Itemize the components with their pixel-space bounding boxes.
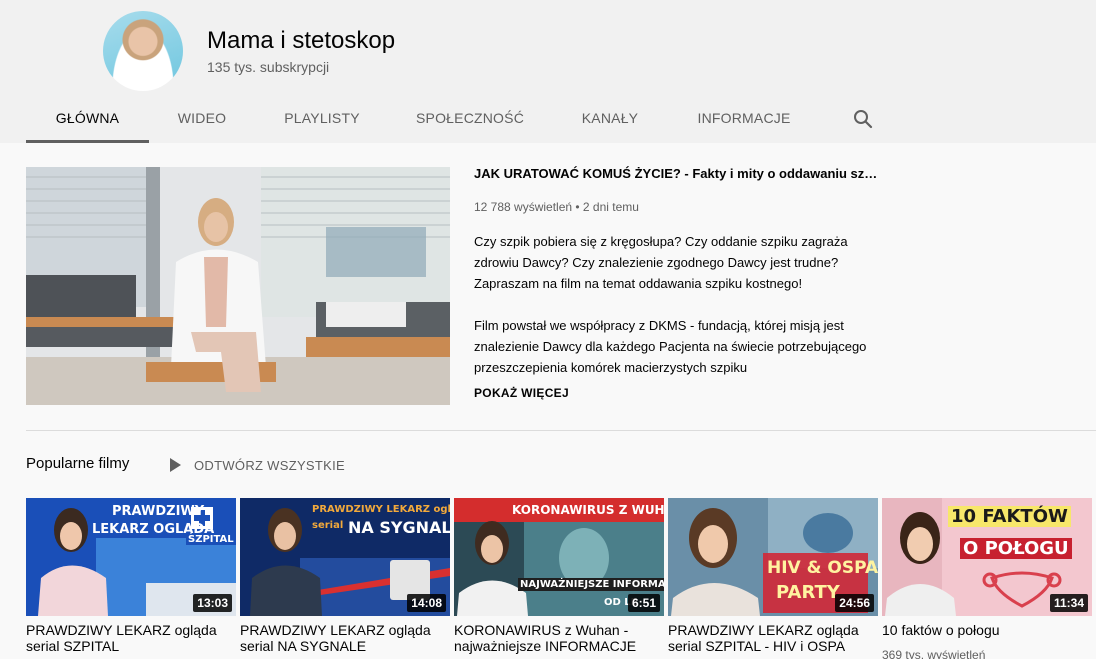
video-card[interactable]: PRAWDZIWY LEKARZ ogląda serial NA SYGNAL… [240, 498, 450, 659]
video-thumbnail[interactable]: HIV & OSPA PARTY 24:56 [668, 498, 878, 616]
play-all-button[interactable]: ODTWÓRZ WSZYSTKIE [170, 455, 345, 475]
play-icon [170, 458, 181, 472]
thumbnail-caption: HIV & OSPA [767, 558, 878, 578]
video-views: 369 tys. wyświetleń [882, 648, 986, 659]
video-title[interactable]: PRAWDZIWY LEKARZ ogląda serial SZPITAL -… [668, 622, 868, 654]
video-duration: 6:51 [627, 594, 660, 612]
tab-channels[interactable]: KANAŁY [570, 96, 650, 143]
tab-playlists[interactable]: PLAYLISTY [272, 96, 372, 143]
channel-avatar[interactable] [103, 11, 183, 91]
subscriber-count: 135 tys. subskrypcji [207, 59, 330, 75]
show-more-button[interactable]: POKAŻ WIĘCEJ [474, 386, 569, 400]
section-divider [26, 430, 1096, 431]
video-card[interactable]: PRAWDZIWY LEKARZ OGLĄDA SZPITAL 13:03 PR… [26, 498, 236, 659]
video-duration: 13:03 [193, 594, 232, 612]
description-paragraph: Film powstał we współpracy z DKMS - fund… [474, 318, 867, 375]
channel-name: Mama i stetoskop [207, 27, 396, 54]
thumbnail-caption: PRAWDZIWY LEKARZ ogląda [312, 504, 450, 515]
video-thumbnail[interactable]: KORONAWIRUS Z WUHAN NAJWAŻNIEJSZE INFORM… [454, 498, 664, 616]
section-title[interactable]: Popularne filmy [26, 455, 129, 472]
search-icon[interactable] [852, 108, 874, 130]
tab-videos[interactable]: WIDEO [166, 96, 238, 143]
channel-tabs: GŁÓWNA WIDEO PLAYLISTY SPOŁECZNOŚĆ KANAŁ… [0, 96, 900, 143]
video-thumbnail[interactable]: PRAWDZIWY LEKARZ OGLĄDA SZPITAL 13:03 [26, 498, 236, 616]
video-thumbnail[interactable]: 10 FAKTÓW O POŁOGU 11:34 [882, 498, 1092, 616]
featured-video-meta: 12 788 wyświetleń • 2 dni temu [474, 200, 639, 214]
thumbnail-caption: NAJWAŻNIEJSZE INFORMACJE [518, 578, 664, 591]
video-card[interactable]: 10 FAKTÓW O POŁOGU 11:34 10 faktów o poł… [882, 498, 1092, 659]
tab-about[interactable]: INFORMACJE [690, 96, 798, 143]
video-card[interactable]: KORONAWIRUS Z WUHAN NAJWAŻNIEJSZE INFORM… [454, 498, 664, 659]
video-title[interactable]: 10 faktów o połogu [882, 622, 1082, 638]
video-title[interactable]: PRAWDZIWY LEKARZ ogląda serial SZPITAL [26, 622, 226, 654]
thumbnail-caption: PRAWDZIWY [112, 504, 205, 519]
featured-video-thumbnail[interactable] [26, 167, 450, 405]
video-title[interactable]: KORONAWIRUS z Wuhan - najważniejsze INFO… [454, 622, 654, 654]
video-card[interactable]: HIV & OSPA PARTY 24:56 PRAWDZIWY LEKARZ … [668, 498, 878, 659]
video-thumbnail[interactable]: PRAWDZIWY LEKARZ ogląda serial NA SYGNAL… [240, 498, 450, 616]
channel-header: Mama i stetoskop 135 tys. subskrypcji GŁ… [0, 0, 1096, 143]
play-all-label: ODTWÓRZ WSZYSTKIE [194, 457, 345, 473]
thumbnail-caption: NA SYGNALE [348, 518, 450, 537]
description-paragraph: Czy szpik pobiera się z kręgosłupa? Czy … [474, 234, 848, 291]
tab-community[interactable]: SPOŁECZNOŚĆ [410, 96, 530, 143]
video-duration: 14:08 [407, 594, 446, 612]
thumbnail-caption: 10 FAKTÓW [948, 506, 1071, 527]
video-duration: 11:34 [1049, 594, 1088, 612]
thumbnail-caption: PARTY [776, 582, 840, 603]
featured-video-description: Czy szpik pobiera się z kręgosłupa? Czy … [474, 231, 879, 378]
thumbnail-caption: serial [312, 520, 344, 531]
featured-video-title[interactable]: JAK URATOWAĆ KOMUŚ ŻYCIE? - Fakty i mity… [474, 166, 884, 181]
video-title[interactable]: PRAWDZIWY LEKARZ ogląda serial NA SYGNAL… [240, 622, 440, 654]
tab-home[interactable]: GŁÓWNA [26, 96, 149, 143]
thumbnail-caption: KORONAWIRUS Z WUHAN [512, 503, 664, 517]
thumbnail-caption: SZPITAL [186, 534, 236, 545]
thumbnail-caption: O POŁOGU [960, 538, 1072, 559]
video-duration: 24:56 [835, 594, 874, 612]
